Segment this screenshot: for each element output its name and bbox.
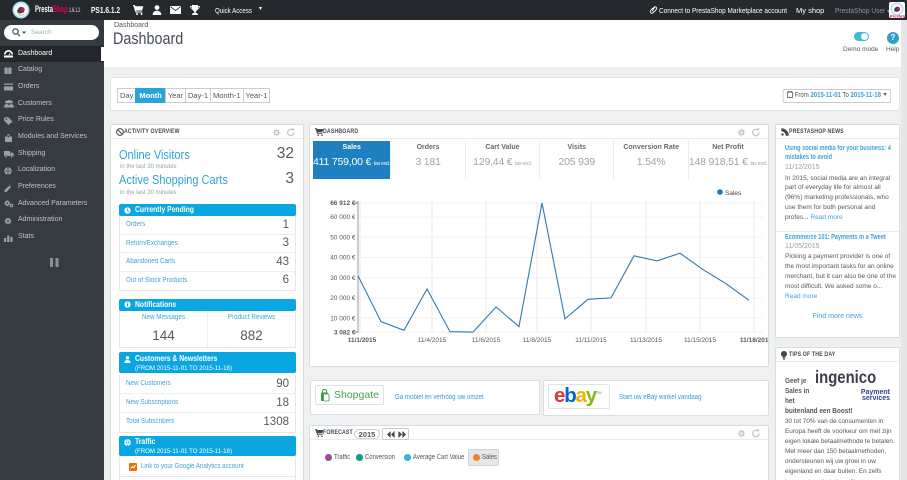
svg-text:11/15/2015: 11/15/2015 [684,337,716,344]
svg-text:20 000 €: 20 000 € [330,295,356,302]
svg-text:3 082 €: 3 082 € [334,329,356,336]
svg-text:11/13/2015: 11/13/2015 [630,337,662,344]
svg-text:Sales: Sales [725,190,742,197]
svg-text:50 000 €: 50 000 € [330,234,356,241]
svg-text:11/11/2015: 11/11/2015 [575,337,607,344]
svg-text:10 000 €: 10 000 € [330,315,356,322]
svg-text:11/4/2015: 11/4/2015 [418,337,447,344]
svg-text:11/6/2015: 11/6/2015 [472,337,501,344]
svg-text:40 000 €: 40 000 € [330,255,356,262]
svg-text:11/1/2015: 11/1/2015 [348,337,377,344]
svg-text:30 000 €: 30 000 € [330,275,356,282]
svg-text:11/8/2015: 11/8/2015 [523,337,552,344]
svg-text:PrestaShop: PrestaShop [890,14,905,19]
svg-text:60 000 €: 60 000 € [330,214,356,221]
svg-text:11/18/2015: 11/18/2015 [740,337,768,344]
svg-text:66 912 €: 66 912 € [330,200,356,207]
